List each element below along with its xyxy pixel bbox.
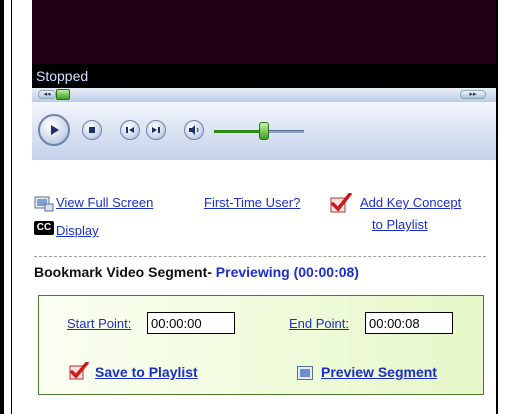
bookmark-status: Previewing (00:00:08) (215, 264, 359, 280)
bookmark-title: Bookmark Video Segment- (34, 264, 212, 280)
mute-button[interactable] (184, 120, 204, 140)
save-to-playlist-button[interactable]: Save to Playlist (95, 364, 198, 380)
closed-caption-icon: CC (34, 221, 54, 235)
volume-thumb[interactable] (259, 122, 269, 140)
preview-icon (297, 366, 313, 380)
end-point-label[interactable]: End Point: (289, 316, 349, 331)
status-text: Stopped (36, 68, 89, 84)
stop-icon (89, 127, 95, 133)
video-area[interactable] (32, 0, 496, 64)
preview-segment-button[interactable]: Preview Segment (321, 364, 437, 380)
rewind-button[interactable]: ◂◂ (38, 90, 56, 99)
seek-bar[interactable]: ◂◂ ▸▸ (32, 88, 496, 102)
links-row: View Full Screen First-Time User? Add Ke… (34, 193, 494, 245)
add-key-concept-link[interactable]: Add Key Concept (360, 195, 461, 210)
previous-button[interactable] (120, 120, 140, 140)
page-frame: Stopped ◂◂ ▸▸ View Full Screen First-Tim… (0, 0, 506, 414)
left-border (0, 0, 12, 414)
next-button[interactable] (146, 120, 166, 140)
status-bar: Stopped (32, 64, 496, 88)
add-key-concept-link-line2[interactable]: to Playlist (372, 217, 428, 232)
fullscreen-icon (34, 196, 54, 212)
first-time-user-link[interactable]: First-Time User? (204, 195, 300, 210)
start-point-label[interactable]: Start Point: (67, 316, 131, 331)
right-border (496, 0, 498, 414)
start-point-input[interactable] (147, 312, 235, 334)
save-check-icon (69, 362, 89, 380)
display-captions-link[interactable]: Display (56, 223, 99, 238)
stop-button[interactable] (82, 120, 102, 140)
seek-thumb[interactable] (56, 89, 70, 100)
section-divider (34, 256, 486, 257)
view-full-screen-link[interactable]: View Full Screen (56, 195, 153, 210)
next-icon (152, 127, 160, 133)
bookmark-panel: Start Point: End Point: Save to Playlist… (38, 295, 484, 395)
end-point-input[interactable] (365, 312, 453, 334)
volume-level (214, 130, 264, 133)
previous-icon (126, 127, 134, 133)
play-icon (51, 125, 59, 135)
checkmark-icon (330, 193, 352, 213)
bookmark-heading: Bookmark Video Segment- Previewing (00:0… (34, 264, 359, 280)
player-controls (32, 102, 496, 160)
media-player: Stopped ◂◂ ▸▸ (32, 0, 496, 160)
fast-forward-button[interactable]: ▸▸ (460, 90, 486, 99)
play-button[interactable] (38, 114, 70, 146)
speaker-icon (189, 125, 199, 135)
